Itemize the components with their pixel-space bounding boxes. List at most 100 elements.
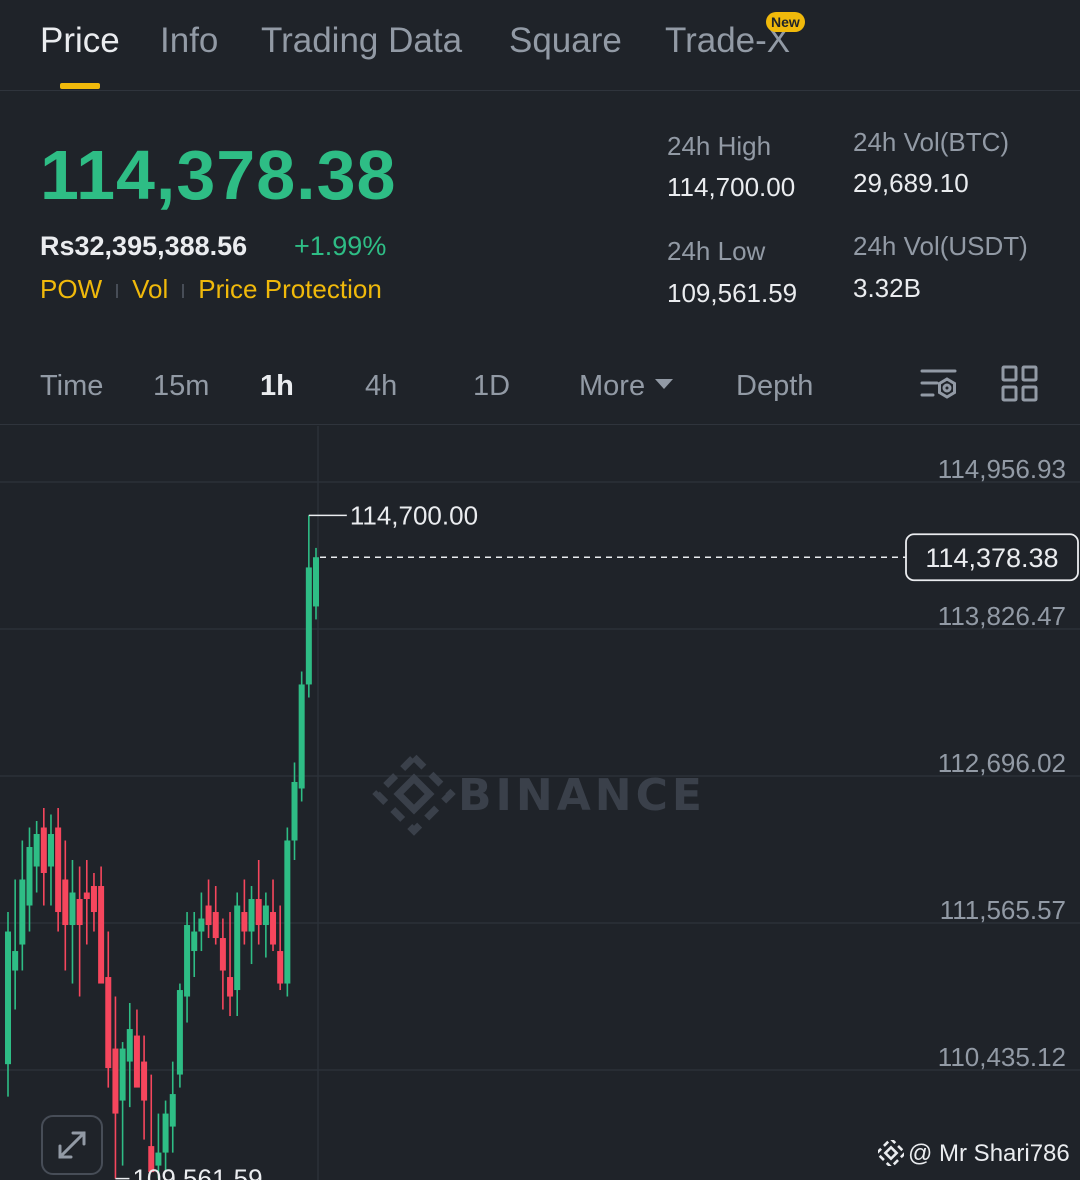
candle	[55, 807, 62, 932]
candle-body	[76, 899, 83, 926]
candlestick-chart[interactable]: BINANCE 114,700.00 109,561.59 114,378.38 1…	[0, 426, 1080, 1180]
candle	[112, 996, 119, 1179]
vol-usdt-value: 3.32B	[853, 273, 921, 303]
candle-body	[26, 847, 33, 906]
candle-body	[169, 1094, 176, 1127]
tab-trading-data[interactable]: Trading Data	[261, 20, 462, 62]
candle-body	[255, 899, 262, 926]
candle	[12, 879, 19, 1010]
candle-body	[83, 892, 90, 900]
candle	[105, 931, 112, 1088]
candle	[305, 515, 312, 698]
candle-body	[141, 1061, 148, 1101]
tag-separator	[182, 284, 185, 299]
candle	[262, 892, 269, 958]
more-label: More	[579, 370, 646, 402]
expand-chart-button[interactable]	[41, 1115, 103, 1175]
candle-body	[234, 905, 241, 991]
interval-4h[interactable]: 4h	[365, 368, 397, 404]
candle	[126, 1003, 133, 1108]
tab-info[interactable]: Info	[160, 20, 218, 62]
vol-btc-label: 24h Vol(BTC)	[853, 127, 1010, 157]
candle	[76, 866, 83, 997]
candle	[198, 892, 205, 952]
candle-body	[47, 833, 54, 867]
tab-square[interactable]: Square	[509, 20, 622, 62]
vol-btc-value: 29,689.10	[853, 168, 969, 198]
binance-logo-icon	[875, 1137, 907, 1169]
candle-body	[98, 886, 105, 984]
candle	[255, 860, 262, 945]
more-dropdown[interactable]: More	[579, 368, 674, 404]
grid-layout-icon[interactable]	[1001, 365, 1039, 403]
candle-body	[212, 912, 219, 939]
fiat-price: Rs32,395,388.56	[40, 231, 248, 261]
candle-body	[205, 905, 212, 926]
tag-vol[interactable]: Vol	[132, 274, 168, 304]
y-tick-label: 110,435.12	[938, 1042, 1066, 1072]
candle	[119, 1042, 126, 1166]
candle	[291, 762, 298, 861]
candle-body	[5, 931, 11, 1065]
candle	[148, 1074, 155, 1173]
interval-1d[interactable]: 1D	[473, 368, 510, 404]
candle	[234, 892, 241, 1017]
low-value: 109,561.59	[667, 278, 798, 308]
candle-body	[126, 1029, 133, 1062]
y-tick-label: 112,696.02	[938, 748, 1066, 778]
candle-body	[162, 1113, 169, 1153]
depth-tab[interactable]: Depth	[736, 368, 813, 404]
candle-body	[277, 951, 284, 984]
price-change-percent: +1.99%	[294, 231, 387, 261]
interval-15m[interactable]: 15m	[153, 368, 209, 404]
candle-body	[33, 833, 40, 867]
candle-body	[191, 931, 198, 952]
y-tick-label: 113,826.47	[938, 601, 1066, 631]
low-label: 24h Low	[667, 236, 766, 266]
expand-icon	[58, 1131, 86, 1159]
candle	[184, 912, 191, 1023]
vol-usdt-label: 24h Vol(USDT)	[853, 231, 1028, 261]
candle-body	[262, 905, 269, 926]
candle	[284, 827, 291, 997]
candle	[205, 879, 212, 939]
chart-settings-icon[interactable]	[919, 365, 959, 405]
candle	[176, 983, 183, 1088]
y-tick-label: 114,956.93	[938, 454, 1066, 484]
candle-body	[219, 938, 226, 971]
candle	[169, 1061, 176, 1153]
candle	[133, 1009, 140, 1088]
candle-body	[112, 1048, 119, 1114]
candle	[33, 820, 40, 893]
caret-down-icon	[655, 379, 674, 390]
candle-body	[284, 840, 291, 984]
tag-pow[interactable]: POW	[40, 274, 102, 304]
candle-body	[198, 918, 205, 932]
interval-time[interactable]: Time	[40, 368, 103, 404]
tag-price-protection[interactable]: Price Protection	[198, 274, 382, 304]
credit-text: @ Mr Shari786	[908, 1140, 1070, 1167]
tag-separator	[116, 284, 119, 299]
candle-body	[305, 567, 312, 685]
high-label: 24h High	[667, 131, 772, 161]
candle	[212, 886, 219, 945]
candle-body	[298, 684, 305, 789]
candle-body	[40, 827, 47, 874]
candle	[248, 886, 255, 965]
candle	[83, 860, 90, 945]
candle	[40, 807, 47, 906]
candle-body	[313, 557, 319, 607]
y-tick-label: 111,565.57	[940, 895, 1066, 925]
candle	[270, 879, 277, 952]
tab-price[interactable]: Price	[40, 20, 120, 62]
candle	[141, 1035, 148, 1140]
candle-body	[176, 990, 183, 1075]
interval-1h[interactable]: 1h	[260, 368, 294, 404]
candle	[98, 866, 105, 984]
high-annotation: 114,700.00	[350, 500, 478, 530]
candle-body	[119, 1048, 126, 1101]
candle	[277, 905, 284, 991]
last-price: 114,378.38	[40, 136, 397, 214]
candle	[162, 1100, 169, 1173]
candle-body	[248, 899, 255, 932]
